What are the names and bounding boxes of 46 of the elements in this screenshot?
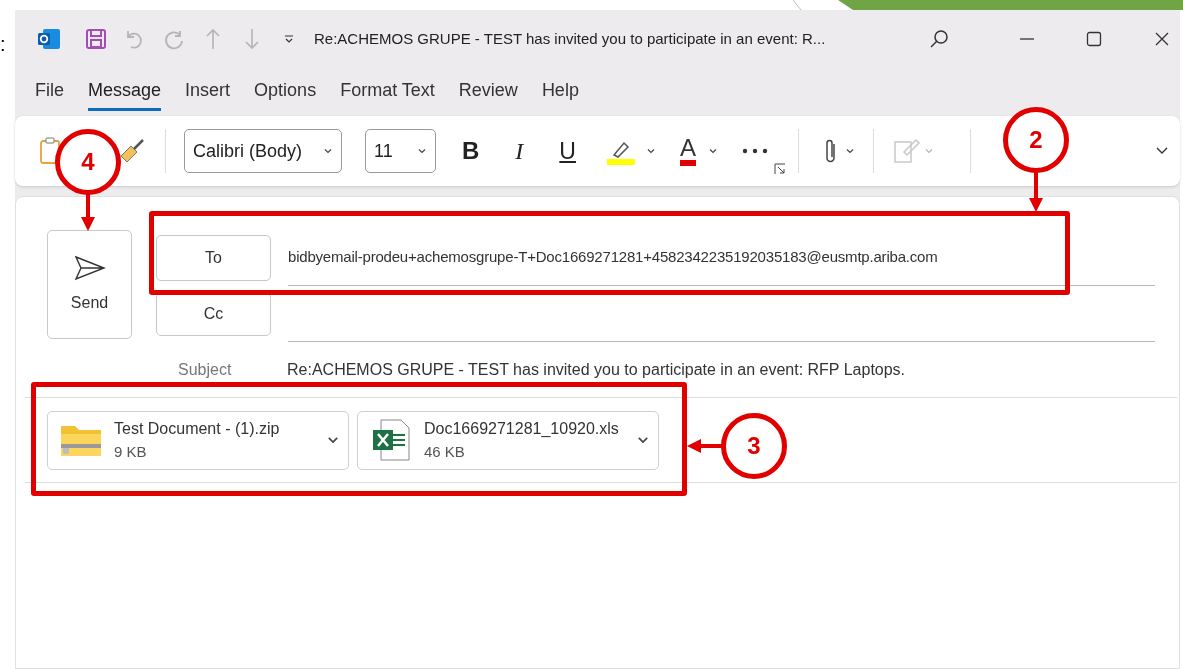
underline-button[interactable]: U: [559, 133, 576, 169]
attachment-name: Test Document - (1).zip: [114, 418, 281, 439]
to-button[interactable]: To: [156, 235, 271, 281]
annotation-arrow: [80, 193, 96, 231]
customize-toolbar-icon[interactable]: [284, 34, 294, 44]
menu-tab[interactable]: Help: [541, 73, 579, 111]
maximize-icon[interactable]: [1086, 31, 1102, 47]
menu-tab[interactable]: Message: [88, 73, 162, 111]
chevron-down-icon: [645, 146, 656, 156]
dialog-launcher-icon[interactable]: [774, 163, 786, 175]
italic-button[interactable]: I: [515, 133, 524, 169]
bold-button[interactable]: B: [462, 133, 480, 169]
edge-text: :: [0, 33, 6, 55]
paintbrush-icon[interactable]: [119, 138, 147, 164]
send-button[interactable]: Send: [47, 230, 132, 339]
more-icon[interactable]: [742, 148, 768, 154]
search-icon[interactable]: [928, 28, 950, 50]
chevron-down-icon: [323, 146, 333, 156]
send-icon: [73, 254, 106, 281]
chevron-down-icon: [924, 146, 934, 156]
menu-tab[interactable]: Insert: [185, 73, 231, 111]
subject-label: Subject: [177, 359, 233, 380]
subject-field[interactable]: Re:ACHEMOS GRUPE - TEST has invited you to participate in an event: RFP Laptops.: [287, 357, 906, 382]
mail-app-icon[interactable]: [37, 28, 61, 50]
annotation-arrow: [687, 438, 723, 454]
window-title: Re:ACHEMOS GRUPE - TEST has invited you to participate in an event: R...: [314, 28, 826, 49]
to-field[interactable]: bidbyemail-prodeu+achemosgrupe-T+Doc1669271281+4582342235192035183@eusmtp.ariba.com: [288, 246, 938, 269]
menu-tab[interactable]: Format Text: [340, 73, 435, 111]
attachment-name: Doc1669271281_10920.xls: [424, 418, 620, 439]
chevron-down-icon: [417, 146, 427, 156]
save-icon[interactable]: [85, 28, 107, 50]
menu-tab[interactable]: Options: [254, 73, 317, 111]
spreadsheet-file-icon: [371, 418, 411, 462]
font-size-select[interactable]: 11: [365, 129, 436, 173]
annotation-arrow: [1028, 171, 1044, 212]
font-color-button[interactable]: A: [679, 136, 696, 166]
attachment-card[interactable]: Doc1669271281_10920.xls 46 KB: [357, 410, 659, 470]
attachment-size: 9 KB: [114, 441, 148, 462]
menu-tab[interactable]: Review: [458, 73, 518, 111]
font-select[interactable]: Calibri (Body): [184, 129, 342, 173]
attachment-card[interactable]: Test Document - (1).zip 9 KB: [47, 410, 349, 470]
attachment-size: 46 KB: [424, 441, 466, 462]
close-icon[interactable]: [1154, 31, 1170, 47]
chevron-down-icon: [845, 146, 855, 156]
chevron-down-icon: [708, 146, 718, 156]
menu-tab[interactable]: File: [35, 73, 64, 111]
